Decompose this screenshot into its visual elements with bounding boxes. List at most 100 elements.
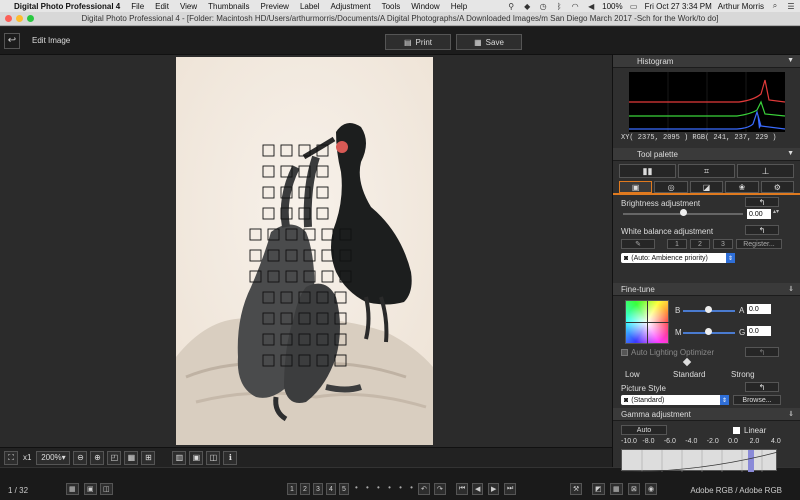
gamma-collapse-icon[interactable]: ⇓ <box>788 410 794 418</box>
menu-edit[interactable]: Edit <box>155 2 169 11</box>
palette-panel-icon[interactable]: ▦ <box>610 483 623 495</box>
wb-reset-button[interactable]: ↰ <box>745 225 779 235</box>
bluetooth-icon[interactable]: ᛒ <box>554 2 564 11</box>
rotate-right-icon[interactable]: ↷ <box>434 483 446 495</box>
clock[interactable]: Fri Oct 27 3:34 PM <box>645 2 712 11</box>
binoculars-icon[interactable]: ⚲ <box>506 2 516 11</box>
info-icon[interactable]: ℹ <box>223 450 238 465</box>
rating-3[interactable]: 3 <box>313 483 323 495</box>
tab-color[interactable]: ❀ <box>725 181 759 193</box>
wb-preset-3[interactable]: 3 <box>713 239 733 249</box>
user-name[interactable]: Arthur Morris <box>718 2 764 11</box>
rating-1[interactable]: 1 <box>287 483 297 495</box>
gamma-graph[interactable] <box>621 449 779 473</box>
wb-preset-2[interactable]: 2 <box>690 239 710 249</box>
dropbox-icon[interactable]: ◆ <box>522 2 532 11</box>
alo-reset-button[interactable]: ↰ <box>745 347 779 357</box>
compare-icon[interactable]: ◫ <box>206 450 221 465</box>
image-viewer[interactable] <box>0 55 612 447</box>
menu-view[interactable]: View <box>180 2 197 11</box>
histogram-header[interactable]: Histogram ▼ <box>613 55 800 68</box>
gamma-header[interactable]: Gamma adjustment ⇓ <box>613 408 800 421</box>
fine-tune-collapse-icon[interactable]: ⇓ <box>788 285 794 293</box>
notification-center-icon[interactable]: ☰ <box>786 2 796 11</box>
zoom-out-icon[interactable]: ⊖ <box>73 450 88 465</box>
picture-style-select[interactable]: ◙ (Standard) ⇕ <box>621 395 729 405</box>
time-machine-icon[interactable]: ◷ <box>538 2 548 11</box>
menu-label[interactable]: Label <box>300 2 320 11</box>
zoom-x1-label[interactable]: x1 <box>21 453 33 462</box>
tab-basic[interactable]: ▣ <box>619 181 653 193</box>
tab-settings[interactable]: ⚙ <box>760 181 795 193</box>
crop-overlay-icon[interactable]: ◰ <box>107 450 122 465</box>
prev-image-icon[interactable]: ◀ <box>472 483 484 495</box>
brightness-reset-button[interactable]: ↰ <box>745 197 779 207</box>
alo-level-marker[interactable] <box>682 357 692 367</box>
photo-canvas[interactable] <box>176 57 433 445</box>
spotlight-icon[interactable]: ⌕ <box>770 1 780 10</box>
close-window-icon[interactable] <box>5 15 12 22</box>
camera-icon[interactable]: ◉ <box>645 483 658 495</box>
wb-preset-1[interactable]: 1 <box>667 239 687 249</box>
brightness-value[interactable]: 0.00 <box>747 209 771 219</box>
single-view-icon[interactable]: ▣ <box>84 483 97 495</box>
mg-value[interactable]: 0.0 <box>747 326 771 336</box>
wb-eyedropper-button[interactable]: ✎ <box>621 239 655 249</box>
brightness-slider-knob[interactable] <box>680 209 687 216</box>
menu-preview[interactable]: Preview <box>261 2 289 11</box>
menu-tools[interactable]: Tools <box>382 2 401 11</box>
wifi-icon[interactable]: ◠ <box>570 2 580 11</box>
last-image-icon[interactable]: ⏭ <box>504 483 517 495</box>
menu-thumbnails[interactable]: Thumbnails <box>208 2 249 11</box>
fine-tune-header[interactable]: Fine-tune ⇓ <box>613 283 800 296</box>
menu-help[interactable]: Help <box>451 2 467 11</box>
menu-adjustment[interactable]: Adjustment <box>331 2 371 11</box>
rating-2[interactable]: 2 <box>300 483 310 495</box>
ba-value[interactable]: 0.0 <box>747 304 771 314</box>
menu-window[interactable]: Window <box>411 2 439 11</box>
rating-5[interactable]: 5 <box>339 483 349 495</box>
minimize-window-icon[interactable] <box>16 15 23 22</box>
filmstrip-icon[interactable]: ▣ <box>189 450 204 465</box>
save-button[interactable]: ▦ Save <box>456 34 522 50</box>
zoom-window-icon[interactable] <box>27 15 34 22</box>
rotate-left-icon[interactable]: ↶ <box>418 483 430 495</box>
af-point-icon[interactable]: ⊞ <box>141 450 156 465</box>
tool-icon[interactable]: ⚒ <box>570 483 583 495</box>
grid-overlay-icon[interactable]: ▦ <box>124 450 139 465</box>
gamma-auto-button[interactable]: Auto <box>621 425 667 435</box>
tool-palette-arrow-icon[interactable]: ▼ <box>787 150 794 157</box>
layout-grid-icon[interactable]: ▥ <box>172 450 187 465</box>
tab-curve[interactable]: ◪ <box>689 181 724 193</box>
wb-register-button[interactable]: Register... <box>736 239 782 249</box>
stamp-tool-icon[interactable]: ⊥ <box>737 164 794 178</box>
histogram-panel-icon[interactable]: ◩ <box>592 483 605 495</box>
split-view-icon[interactable]: ◫ <box>100 483 113 495</box>
zoom-select[interactable]: 200% ▾ <box>36 450 71 465</box>
wb-mode-select[interactable]: ◙ (Auto: Ambience priority) ⇕ <box>621 253 735 263</box>
battery-percent[interactable]: 100% <box>602 2 622 11</box>
mg-slider-knob[interactable] <box>705 328 712 335</box>
menu-app-name[interactable]: Digital Photo Professional 4 <box>14 2 120 11</box>
zoom-in-icon[interactable]: ⊕ <box>90 450 105 465</box>
fit-to-screen-icon[interactable]: ⛶ <box>4 450 18 465</box>
first-image-icon[interactable]: ⏮ <box>456 483 469 495</box>
menu-file[interactable]: File <box>131 2 144 11</box>
brightness-stepper-icon[interactable]: ▴▾ <box>773 208 779 215</box>
next-image-icon[interactable]: ▶ <box>488 483 500 495</box>
basic-adjust-icon[interactable]: ▮▮ <box>619 164 676 178</box>
tool-palette-header[interactable]: Tool palette ▼ <box>613 148 800 161</box>
picture-style-reset-button[interactable]: ↰ <box>745 382 779 392</box>
tab-tone[interactable]: ◎ <box>654 181 688 193</box>
crop-tool-icon[interactable]: ⌗ <box>678 164 735 178</box>
browse-button[interactable]: Browse... <box>733 395 781 405</box>
alo-checkbox[interactable] <box>621 349 628 356</box>
print-button[interactable]: ▤ Print <box>385 34 451 50</box>
linear-checkbox[interactable] <box>733 427 740 434</box>
collapse-arrow-icon[interactable]: ▼ <box>787 57 794 64</box>
thumbnail-view-icon[interactable]: ▦ <box>66 483 79 495</box>
battery-icon[interactable]: ▭ <box>629 2 639 11</box>
image-panel-icon[interactable]: ⊠ <box>628 483 640 495</box>
volume-icon[interactable]: ◀ <box>586 2 596 11</box>
back-button[interactable]: ↩ <box>4 32 20 49</box>
